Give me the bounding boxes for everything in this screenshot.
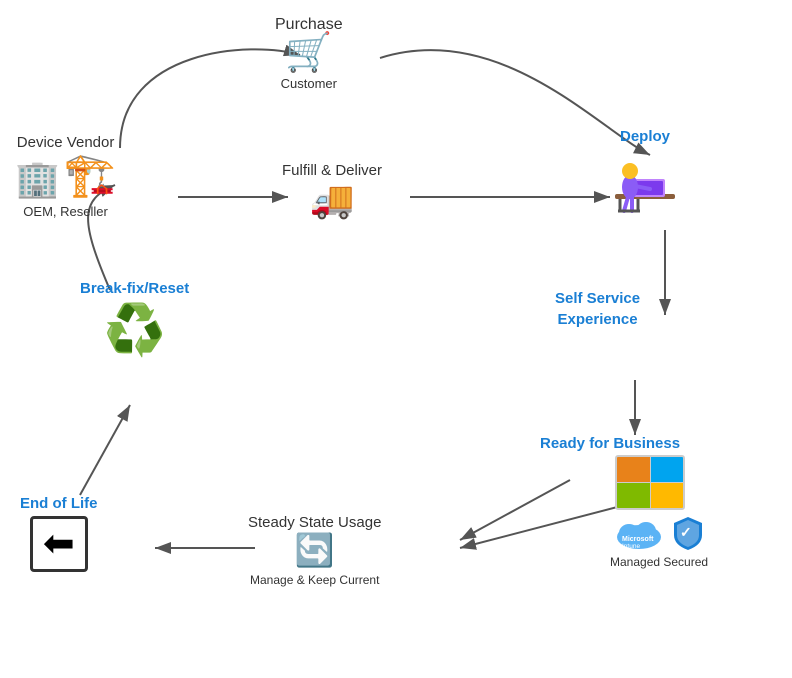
fulfill-deliver-node: Fulfill & Deliver 🚚 <box>282 158 382 221</box>
end-of-life-node: End of Life ⬅ <box>20 495 98 572</box>
person-desk-icon <box>610 149 680 214</box>
win-tile-yellow <box>651 483 684 508</box>
cloud-shield-group: Microsoft Intune ✓ <box>614 515 704 551</box>
win-tile-orange <box>617 457 650 482</box>
ready-for-business-node: Ready for Business <box>540 435 680 456</box>
win-tile-blue <box>651 457 684 482</box>
win-tile-green <box>617 483 650 508</box>
recycle-icon: ♻️ <box>103 301 165 360</box>
truck-icon: 🚚 <box>310 179 355 221</box>
building-icons: 🏢 🏗️ <box>15 151 116 200</box>
steady-state-node: Steady State Usage 🔄 Manage & Keep Curre… <box>248 510 381 587</box>
shield-icon: ✓ <box>672 515 704 551</box>
svg-text:Microsoft: Microsoft <box>622 536 654 543</box>
sync-icon: 🔄 <box>295 531 335 569</box>
purchase-icon: 🛒 <box>285 34 332 72</box>
cloud-icon: Microsoft Intune <box>614 515 664 551</box>
device-vendor-node: Device Vendor 🏢 🏗️ OEM, Reseller <box>15 130 116 219</box>
purchase-node: Purchase 🛒 Customer <box>275 12 343 91</box>
self-service-node: Self Service Experience <box>555 290 640 332</box>
building-icon-2: 🏗️ <box>64 151 116 200</box>
svg-text:Intune: Intune <box>622 543 640 550</box>
windows-start-tiles <box>615 455 685 510</box>
break-fix-node: Break-fix/Reset ♻️ <box>80 280 189 360</box>
deploy-node: Deploy <box>610 128 680 214</box>
svg-text:✓: ✓ <box>680 524 692 540</box>
exit-door-icon: ⬅ <box>30 516 88 572</box>
building-icon-1: 🏢 <box>15 158 60 200</box>
managed-secured-node: Microsoft Intune ✓ Managed Secured <box>610 515 708 569</box>
lifecycle-diagram: Purchase 🛒 Customer Device Vendor 🏢 🏗️ O… <box>0 0 792 678</box>
